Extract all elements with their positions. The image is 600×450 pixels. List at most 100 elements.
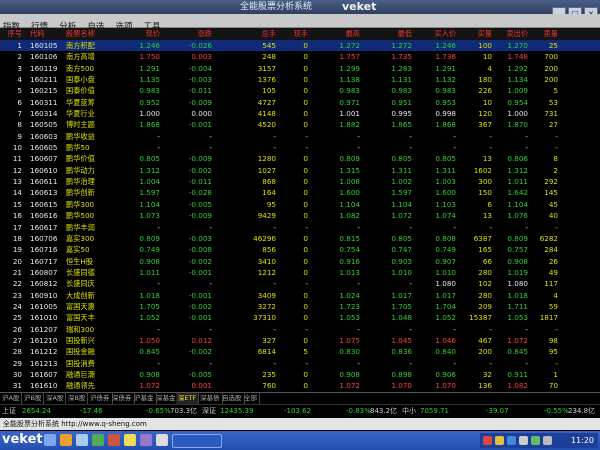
keyboard-icon[interactable] <box>543 436 552 445</box>
table-row[interactable]: 13 160611 鹏华治理 1.004 -0.011 868 0 1.008 1.002 1.0… <box>0 176 600 187</box>
tab-market-9[interactable]: 深基债 <box>198 393 223 404</box>
settings-icon[interactable] <box>140 434 152 446</box>
tab-market-10[interactable]: 自选股 <box>220 393 245 404</box>
table-row[interactable]: 20 160717 恒生H股 0.908 -0.002 3410 0 0.916 0.903 0.… <box>0 256 600 267</box>
col-header-change[interactable]: 涨跌 <box>160 28 212 40</box>
taskbar-app-window[interactable] <box>172 434 222 448</box>
col-header-price[interactable]: 现价 <box>112 28 160 40</box>
cell-av: 26 <box>548 256 558 266</box>
col-header-volume[interactable]: 总手 <box>214 28 276 40</box>
table-row[interactable]: 1 160105 南方积配 1.246 -0.026 545 0 1.272 1.272 1.24… <box>0 40 600 52</box>
table-row[interactable]: 6 160311 华夏蓝筹 0.952 -0.009 4727 0 0.971 0.951 0.9… <box>0 97 600 108</box>
cell-code: 160211 <box>30 75 58 85</box>
table-row[interactable]: 14 160613 鹏华创新 1.597 -0.028 164 0 1.600 1.597 1.6… <box>0 187 600 198</box>
tab-market-2[interactable]: 深A股 <box>44 393 67 404</box>
table-row[interactable]: 31 161610 融通领先 1.072 0.001 760 0 1.072 1.070 1.07… <box>0 380 600 391</box>
cell-av: 284 <box>544 245 558 255</box>
cell-chg: -0.009 <box>188 97 212 107</box>
volume-icon[interactable] <box>519 436 528 445</box>
cell-name: 博时主题 <box>66 120 95 130</box>
col-header-index[interactable]: 序号 <box>2 28 22 40</box>
files-icon[interactable] <box>156 434 168 446</box>
cell-cur: - <box>305 279 308 289</box>
table-row[interactable]: 8 160505 博时主题 1.868 -0.001 4520 0 1.882 1.865 1.8… <box>0 119 600 130</box>
tab-market-1[interactable]: 沪B股 <box>22 393 45 404</box>
taskbar-logo[interactable]: veket <box>2 432 43 447</box>
table-row[interactable]: 17 160617 鹏华丰润 - - - - - - - - - - <box>0 222 600 233</box>
cell-chg: - <box>209 222 212 232</box>
cell-vol: 1212 <box>257 267 276 277</box>
table-row[interactable]: 3 160119 南方500 1.291 -0.004 3157 0 1.299 1.283 1.… <box>0 63 600 74</box>
index-sz-value: 12435.39 <box>220 407 254 415</box>
tab-market-7[interactable]: 深基金 <box>154 393 179 404</box>
notification-icon[interactable] <box>495 436 504 445</box>
col-header-bid-volume[interactable]: 买量 <box>458 28 492 40</box>
table-row[interactable]: 23 160910 大成创新 1.018 -0.001 3409 0 1.024 1.017 1.… <box>0 290 600 301</box>
table-row[interactable]: 22 160812 长盛同庆 - - - - - - 1.080 102 1.080 117 <box>0 278 600 289</box>
bluetooth-icon[interactable] <box>507 436 516 445</box>
cell-bid: 1.311 <box>435 165 456 175</box>
cell-ask: 1.053 <box>507 313 528 323</box>
tab-market-6[interactable]: 沪基金 <box>132 393 157 404</box>
tab-market-0[interactable]: 沪A股 <box>0 393 23 404</box>
table-row[interactable]: 11 160607 鹏华价值 0.805 -0.009 1280 0 0.809 0.805 0.… <box>0 153 600 164</box>
col-header-bid[interactable]: 买入价 <box>416 28 456 40</box>
system-tray: 11:20 <box>480 433 598 448</box>
col-header-current-volume[interactable]: 现手 <box>276 28 308 40</box>
table-row[interactable]: 25 161010 富国天丰 1.052 -0.001 37310 0 1.053 1.048 1… <box>0 312 600 323</box>
tab-market-8[interactable]: 深ETF <box>176 393 200 404</box>
table-row[interactable]: 26 161207 瑞和300 - - - - - - - - - - <box>0 324 600 335</box>
table-row[interactable]: 16 160616 鹏华500 1.073 -0.009 9429 0 1.082 1.072 1… <box>0 210 600 221</box>
col-header-high[interactable]: 最高 <box>310 28 360 40</box>
col-header-name[interactable]: 股票名称 <box>66 28 110 40</box>
cell-bid: 0.953 <box>435 97 456 107</box>
table-row[interactable]: 2 160106 南方高增 1.750 0.003 248 0 1.757 1.735 1.736… <box>0 51 600 62</box>
table-row[interactable]: 4 160211 国泰小盘 1.135 -0.003 1376 0 1.138 1.131 1.1… <box>0 74 600 85</box>
cell-bv: 66 <box>482 256 492 266</box>
cell-bid: 1.600 <box>435 188 456 198</box>
browser-icon[interactable] <box>60 434 72 446</box>
table-row[interactable]: 21 160807 长盛同德 1.011 -0.001 1212 0 1.013 1.010 1.… <box>0 267 600 278</box>
col-header-ask-volume[interactable]: 卖量 <box>528 28 558 40</box>
editor-icon[interactable] <box>92 434 104 446</box>
table-row[interactable]: 7 160314 华夏行业 1.000 0.000 4148 0 1.001 0.995 0.99… <box>0 108 600 119</box>
folder-icon[interactable] <box>44 434 56 446</box>
network-icon[interactable] <box>483 436 492 445</box>
cell-name: 鹏华500 <box>66 211 95 221</box>
table-row[interactable]: 24 161005 富国天惠 1.705 -0.002 3272 0 1.723 1.705 1.… <box>0 301 600 312</box>
clock[interactable]: 11:20 <box>571 434 594 447</box>
table-row[interactable]: 19 160716 嘉实50 0.749 -0.008 856 0 0.754 0.747 0.7… <box>0 244 600 255</box>
table-row[interactable]: 15 160615 鹏华300 1.104 -0.005 95 0 1.104 1.104 1.1… <box>0 199 600 210</box>
cell-ask: 1.270 <box>507 41 528 50</box>
battery-icon[interactable] <box>531 436 540 445</box>
table-row[interactable]: 29 161213 国投消费 - - - - - - - - - - <box>0 358 600 369</box>
cell-cur: 0 <box>303 233 308 243</box>
table-row[interactable]: 12 160610 鹏华动力 1.312 -0.002 1027 0 1.315 1.311 1.… <box>0 165 600 176</box>
chat-icon[interactable] <box>124 434 136 446</box>
table-row[interactable]: 5 160215 国泰价值 0.983 -0.011 105 0 0.983 0.983 0.98… <box>0 85 600 96</box>
tab-market-11[interactable]: 全部 <box>242 393 260 404</box>
tab-market-4[interactable]: 沪债券 <box>88 393 113 404</box>
cell-vol: 760 <box>262 381 276 391</box>
tab-market-5[interactable]: 深债券 <box>110 393 135 404</box>
cell-vol: 6814 <box>257 347 276 357</box>
cell-bv: 280 <box>478 267 492 277</box>
media-icon[interactable] <box>108 434 120 446</box>
cell-chg: - <box>209 279 212 289</box>
tab-market-3[interactable]: 深B股 <box>66 393 89 404</box>
cell-ask: 0.911 <box>507 369 528 379</box>
cell-n: 23 <box>12 290 22 300</box>
cell-n: 27 <box>12 335 22 345</box>
cell-chg: -0.008 <box>188 245 212 255</box>
table-row[interactable]: 27 161210 国投新兴 1.050 0.012 327 0 1.075 1.045 1.04… <box>0 335 600 346</box>
col-header-low[interactable]: 最低 <box>362 28 412 40</box>
table-row[interactable]: 30 161607 融通巨潮 0.908 -0.005 235 0 0.908 0.898 0.9… <box>0 369 600 380</box>
col-header-ask[interactable]: 卖出价 <box>494 28 528 40</box>
terminal-icon[interactable] <box>76 434 88 446</box>
table-row[interactable]: 9 160603 鹏华收益 - - - - - - - - - - <box>0 131 600 142</box>
table-row[interactable]: 10 160605 鹏华50 - - - - - - - - - - <box>0 142 600 153</box>
table-row[interactable]: 28 161212 国投金融 0.845 -0.002 6814 5 0.830 0.836 0.… <box>0 346 600 357</box>
index-sme-pct: -0.55% <box>544 407 569 415</box>
table-row[interactable]: 18 160706 嘉实300 0.809 -0.003 46296 0 0.815 0.805… <box>0 233 600 244</box>
col-header-code[interactable]: 代码 <box>30 28 66 40</box>
